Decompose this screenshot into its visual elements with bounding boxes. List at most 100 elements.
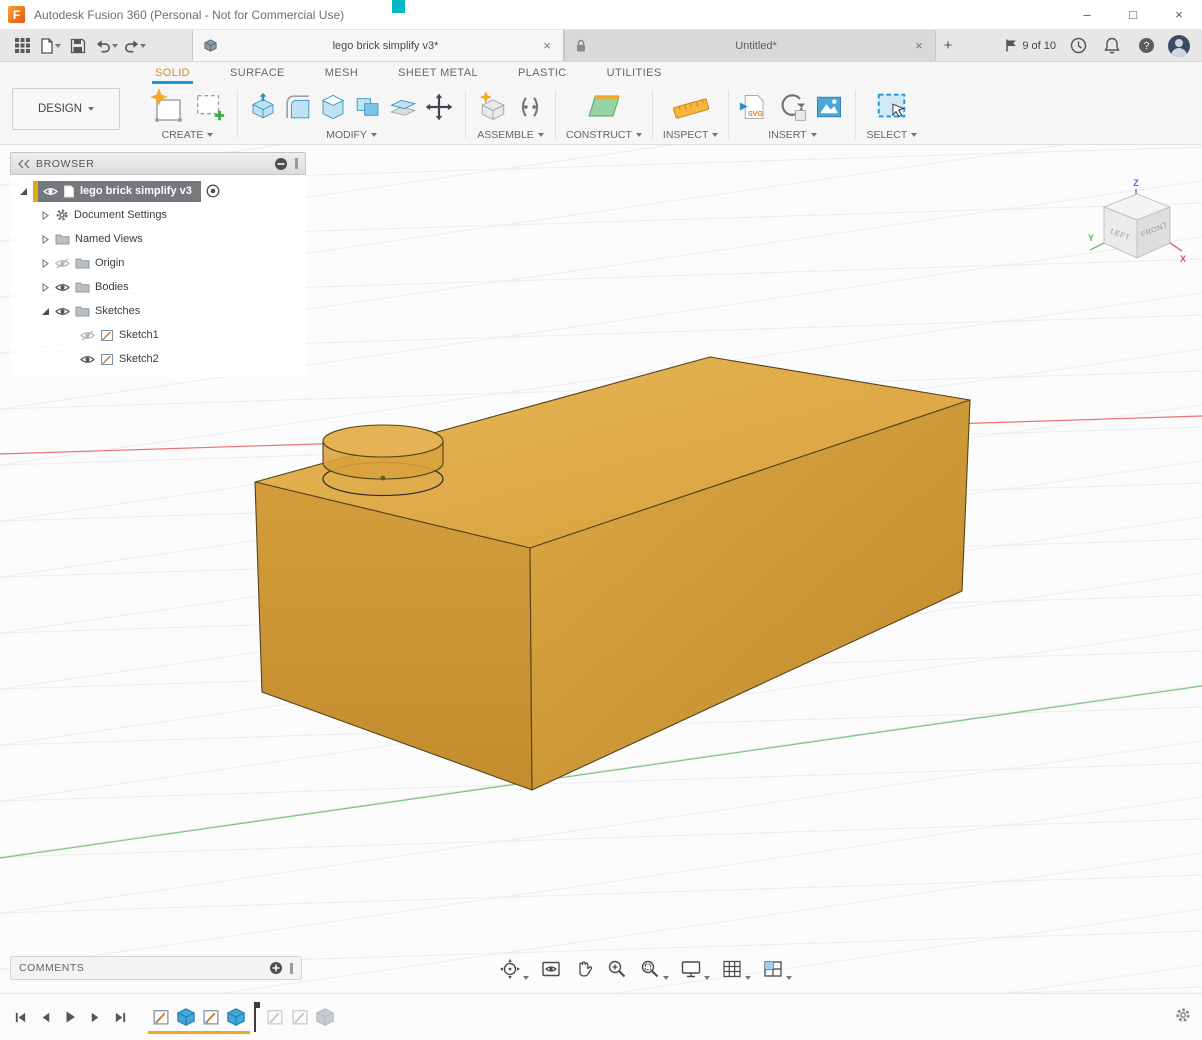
shell-icon[interactable]	[318, 92, 348, 122]
collapsed-arrow-icon[interactable]	[40, 235, 50, 244]
job-status-button[interactable]	[1066, 34, 1090, 58]
new-component-icon[interactable]	[476, 90, 510, 124]
pan-button[interactable]	[572, 957, 596, 981]
visibility-eye-icon[interactable]	[80, 354, 95, 365]
zoom-button[interactable]	[605, 957, 629, 981]
tab-sheet-metal[interactable]: SHEET METAL	[395, 64, 481, 84]
timeline-feature-sketch[interactable]	[151, 1007, 171, 1027]
timeline-feature-sketch[interactable]	[201, 1007, 221, 1027]
collapse-panel-icon[interactable]	[18, 159, 30, 169]
browser-item-sketch1[interactable]: Sketch1	[10, 323, 306, 347]
user-avatar[interactable]	[1168, 35, 1190, 57]
insert-derive-icon[interactable]	[776, 91, 808, 123]
collapse-all-icon[interactable]	[274, 157, 288, 171]
timeline-feature-track[interactable]	[151, 1004, 335, 1030]
document-tab-active[interactable]: lego brick simplify v3* ×	[192, 30, 564, 61]
view-cube[interactable]: Z LEFT FRONT Y X	[1084, 177, 1188, 274]
maximize-button[interactable]: □	[1110, 0, 1156, 29]
redo-button[interactable]	[122, 34, 146, 58]
browser-header[interactable]: BROWSER	[10, 152, 306, 175]
tab-plastic[interactable]: PLASTIC	[515, 64, 570, 84]
group-create-button[interactable]: CREATE	[162, 129, 214, 141]
tab-utilities[interactable]: UTILITIES	[604, 64, 665, 84]
browser-item-named-views[interactable]: Named Views	[10, 227, 306, 251]
collapsed-arrow-icon[interactable]	[40, 211, 50, 220]
timeline-feature-sketch[interactable]	[290, 1007, 310, 1027]
grid-snap-button[interactable]	[720, 957, 752, 981]
save-button[interactable]	[66, 34, 90, 58]
press-pull-icon[interactable]	[248, 92, 278, 122]
viewport[interactable]: BROWSER	[0, 145, 1202, 993]
create-sketch-icon[interactable]	[148, 87, 188, 127]
group-construct-button[interactable]: CONSTRUCT	[566, 129, 642, 141]
comments-bar[interactable]: COMMENTS	[10, 956, 302, 980]
browser-item-origin[interactable]: Origin	[10, 251, 306, 275]
canvas-icon[interactable]	[813, 91, 845, 123]
help-button[interactable]: ?	[1134, 34, 1158, 58]
visibility-eye-icon[interactable]	[55, 282, 70, 293]
combine-icon[interactable]	[353, 92, 383, 122]
visibility-hidden-eye-icon[interactable]	[80, 330, 95, 341]
app-grid-icon[interactable]	[10, 34, 34, 58]
group-insert-button[interactable]: INSERT	[768, 129, 816, 141]
tab-close-icon[interactable]: ×	[539, 38, 555, 53]
joint-icon[interactable]	[515, 92, 545, 122]
fit-button[interactable]	[638, 957, 670, 981]
timeline-settings-button[interactable]	[1174, 1006, 1192, 1029]
stud-top-face[interactable]	[323, 425, 443, 457]
insert-svg-icon[interactable]: SVG	[739, 91, 771, 123]
timeline-feature-extrude[interactable]	[315, 1007, 335, 1027]
group-inspect-button[interactable]: INSPECT	[663, 129, 719, 141]
tab-mesh[interactable]: MESH	[322, 64, 361, 84]
comments-resize-handle[interactable]	[290, 963, 293, 974]
expanded-arrow-icon[interactable]	[40, 307, 50, 316]
workspace-selector[interactable]: DESIGN	[12, 88, 120, 130]
browser-item-sketches[interactable]: Sketches	[10, 299, 306, 323]
timeline-step-forward-button[interactable]	[85, 1006, 105, 1028]
timeline-go-to-end-button[interactable]	[110, 1006, 130, 1028]
look-at-button[interactable]	[539, 957, 563, 981]
tab-solid[interactable]: SOLID	[152, 64, 193, 84]
viewports-button[interactable]	[761, 957, 793, 981]
document-tab-untitled[interactable]: Untitled* ×	[564, 30, 936, 61]
offset-face-icon[interactable]	[388, 92, 418, 122]
browser-item-sketch2[interactable]: Sketch2	[10, 347, 306, 371]
measure-icon[interactable]	[671, 87, 711, 127]
group-select-button[interactable]: SELECT	[866, 129, 917, 141]
browser-item-bodies[interactable]: Bodies	[10, 275, 306, 299]
browser-item-document-settings[interactable]: Document Settings	[10, 203, 306, 227]
notifications-button[interactable]	[1100, 34, 1124, 58]
expanded-arrow-icon[interactable]	[18, 187, 28, 196]
timeline-go-to-start-button[interactable]	[10, 1006, 30, 1028]
add-comment-icon[interactable]	[269, 961, 283, 975]
timeline-feature-extrude[interactable]	[226, 1007, 246, 1027]
new-tab-button[interactable]: +	[936, 34, 960, 58]
create-form-icon[interactable]	[193, 90, 227, 124]
collapsed-arrow-icon[interactable]	[40, 259, 50, 268]
minimize-button[interactable]: –	[1064, 0, 1110, 29]
tab-close-icon[interactable]: ×	[911, 38, 927, 53]
selection-highlight[interactable]: lego brick simplify v3	[33, 181, 201, 202]
close-button[interactable]: ×	[1156, 0, 1202, 29]
group-assemble-button[interactable]: ASSEMBLE	[477, 129, 544, 141]
version-indicator[interactable]: 9 of 10	[1004, 38, 1056, 53]
undo-button[interactable]	[94, 34, 118, 58]
visibility-hidden-eye-icon[interactable]	[55, 258, 70, 269]
group-modify-button[interactable]: MODIFY	[326, 129, 377, 141]
sketch-center-point[interactable]	[381, 476, 386, 481]
panel-resize-handle[interactable]	[295, 158, 298, 169]
timeline-play-button[interactable]	[60, 1006, 80, 1028]
timeline-position-marker[interactable]	[251, 1001, 260, 1033]
file-menu-button[interactable]	[38, 34, 62, 58]
timeline-feature-sketch[interactable]	[265, 1007, 285, 1027]
construction-plane-icon[interactable]	[584, 87, 624, 127]
timeline-step-back-button[interactable]	[35, 1006, 55, 1028]
lego-brick-body[interactable]	[255, 357, 970, 790]
fillet-icon[interactable]	[283, 92, 313, 122]
browser-root-row[interactable]: lego brick simplify v3	[10, 179, 306, 203]
collapsed-arrow-icon[interactable]	[40, 283, 50, 292]
orbit-button[interactable]	[498, 957, 530, 981]
activate-component-icon[interactable]	[206, 184, 220, 198]
visibility-eye-icon[interactable]	[55, 306, 70, 317]
tab-surface[interactable]: SURFACE	[227, 64, 288, 84]
